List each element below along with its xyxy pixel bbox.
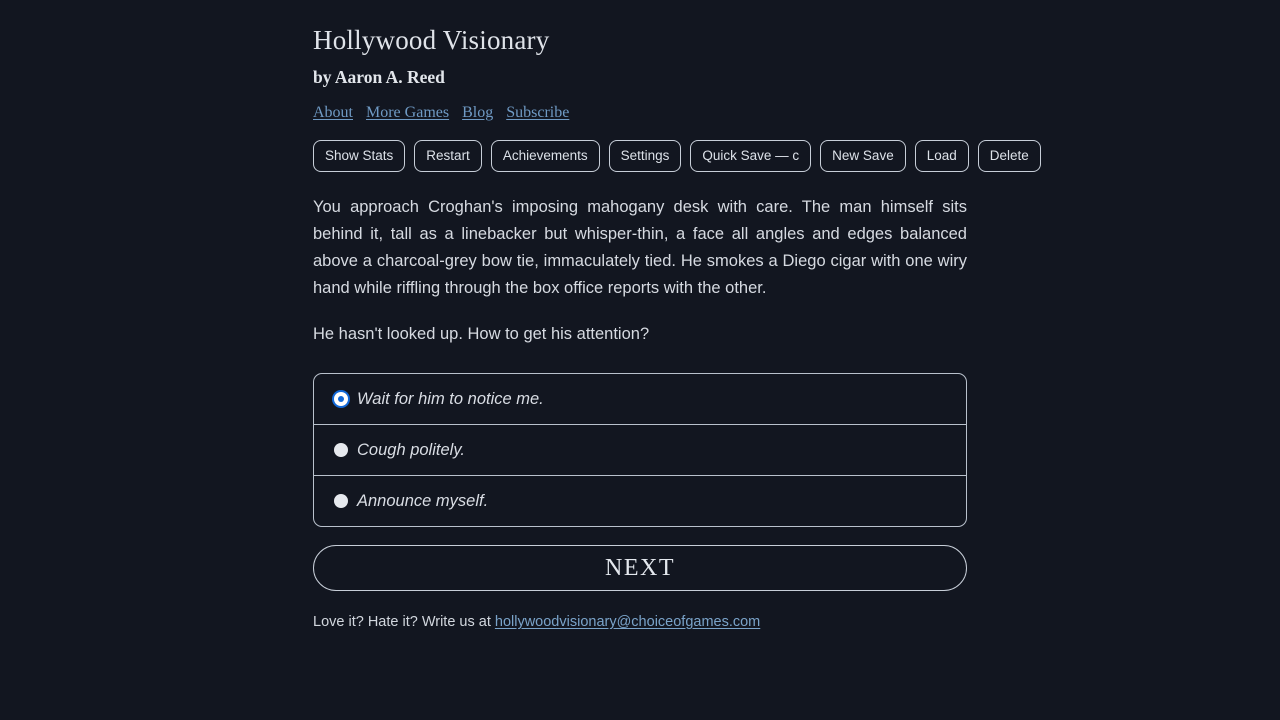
story-paragraph: You approach Croghan's imposing mahogany… xyxy=(313,198,967,297)
author-byline: by Aaron A. Reed xyxy=(313,67,445,87)
delete-button[interactable]: Delete xyxy=(977,140,1041,172)
choice-option-3[interactable]: Announce myself. xyxy=(314,475,966,526)
restart-button[interactable]: Restart xyxy=(414,140,482,172)
question-paragraph: He hasn't looked up. How to get his atte… xyxy=(313,325,650,343)
content-column: Hollywood Visionary by Aaron A. Reed Abo… xyxy=(313,0,1041,632)
show-stats-button[interactable]: Show Stats xyxy=(313,140,406,172)
nav-link-more-games[interactable]: More Games xyxy=(366,104,449,121)
radio-icon-unselected[interactable] xyxy=(334,494,348,508)
game-toolbar: Show Stats Restart Achievements Settings Qui… xyxy=(313,123,1041,172)
footer-email-link[interactable]: hollywoodvisionary@choiceofgames.com xyxy=(495,614,760,630)
radio-icon-selected[interactable] xyxy=(334,392,348,406)
choice-label-3: Announce myself. xyxy=(357,492,489,510)
footer-contact: Love it? Hate it? Write us at hollywoodv… xyxy=(313,591,967,632)
site-nav: About More Games Blog Subscribe xyxy=(313,88,967,123)
choice-option-2[interactable]: Cough politely. xyxy=(314,424,966,475)
nav-link-blog[interactable]: Blog xyxy=(462,104,493,121)
settings-button[interactable]: Settings xyxy=(608,140,682,172)
radio-icon-unselected[interactable] xyxy=(334,443,348,457)
next-button[interactable]: NEXT xyxy=(313,545,967,591)
game-page: Hollywood Visionary by Aaron A. Reed Abo… xyxy=(0,0,1280,720)
choice-option-1[interactable]: Wait for him to notice me. xyxy=(314,374,966,424)
footer-prompt-text: Love it? Hate it? Write us at xyxy=(313,614,491,630)
choice-list: Wait for him to notice me. Cough politel… xyxy=(313,373,967,527)
choice-label-1: Wait for him to notice me. xyxy=(357,390,544,408)
achievements-button[interactable]: Achievements xyxy=(490,140,600,172)
quick-save-button[interactable]: Quick Save — c xyxy=(690,140,812,172)
nav-link-about[interactable]: About xyxy=(313,104,353,121)
load-button[interactable]: Load xyxy=(914,140,969,172)
nav-link-subscribe[interactable]: Subscribe xyxy=(506,104,569,121)
page-title: Hollywood Visionary xyxy=(313,25,550,55)
new-save-button[interactable]: New Save xyxy=(820,140,906,172)
choice-label-2: Cough politely. xyxy=(357,441,465,459)
